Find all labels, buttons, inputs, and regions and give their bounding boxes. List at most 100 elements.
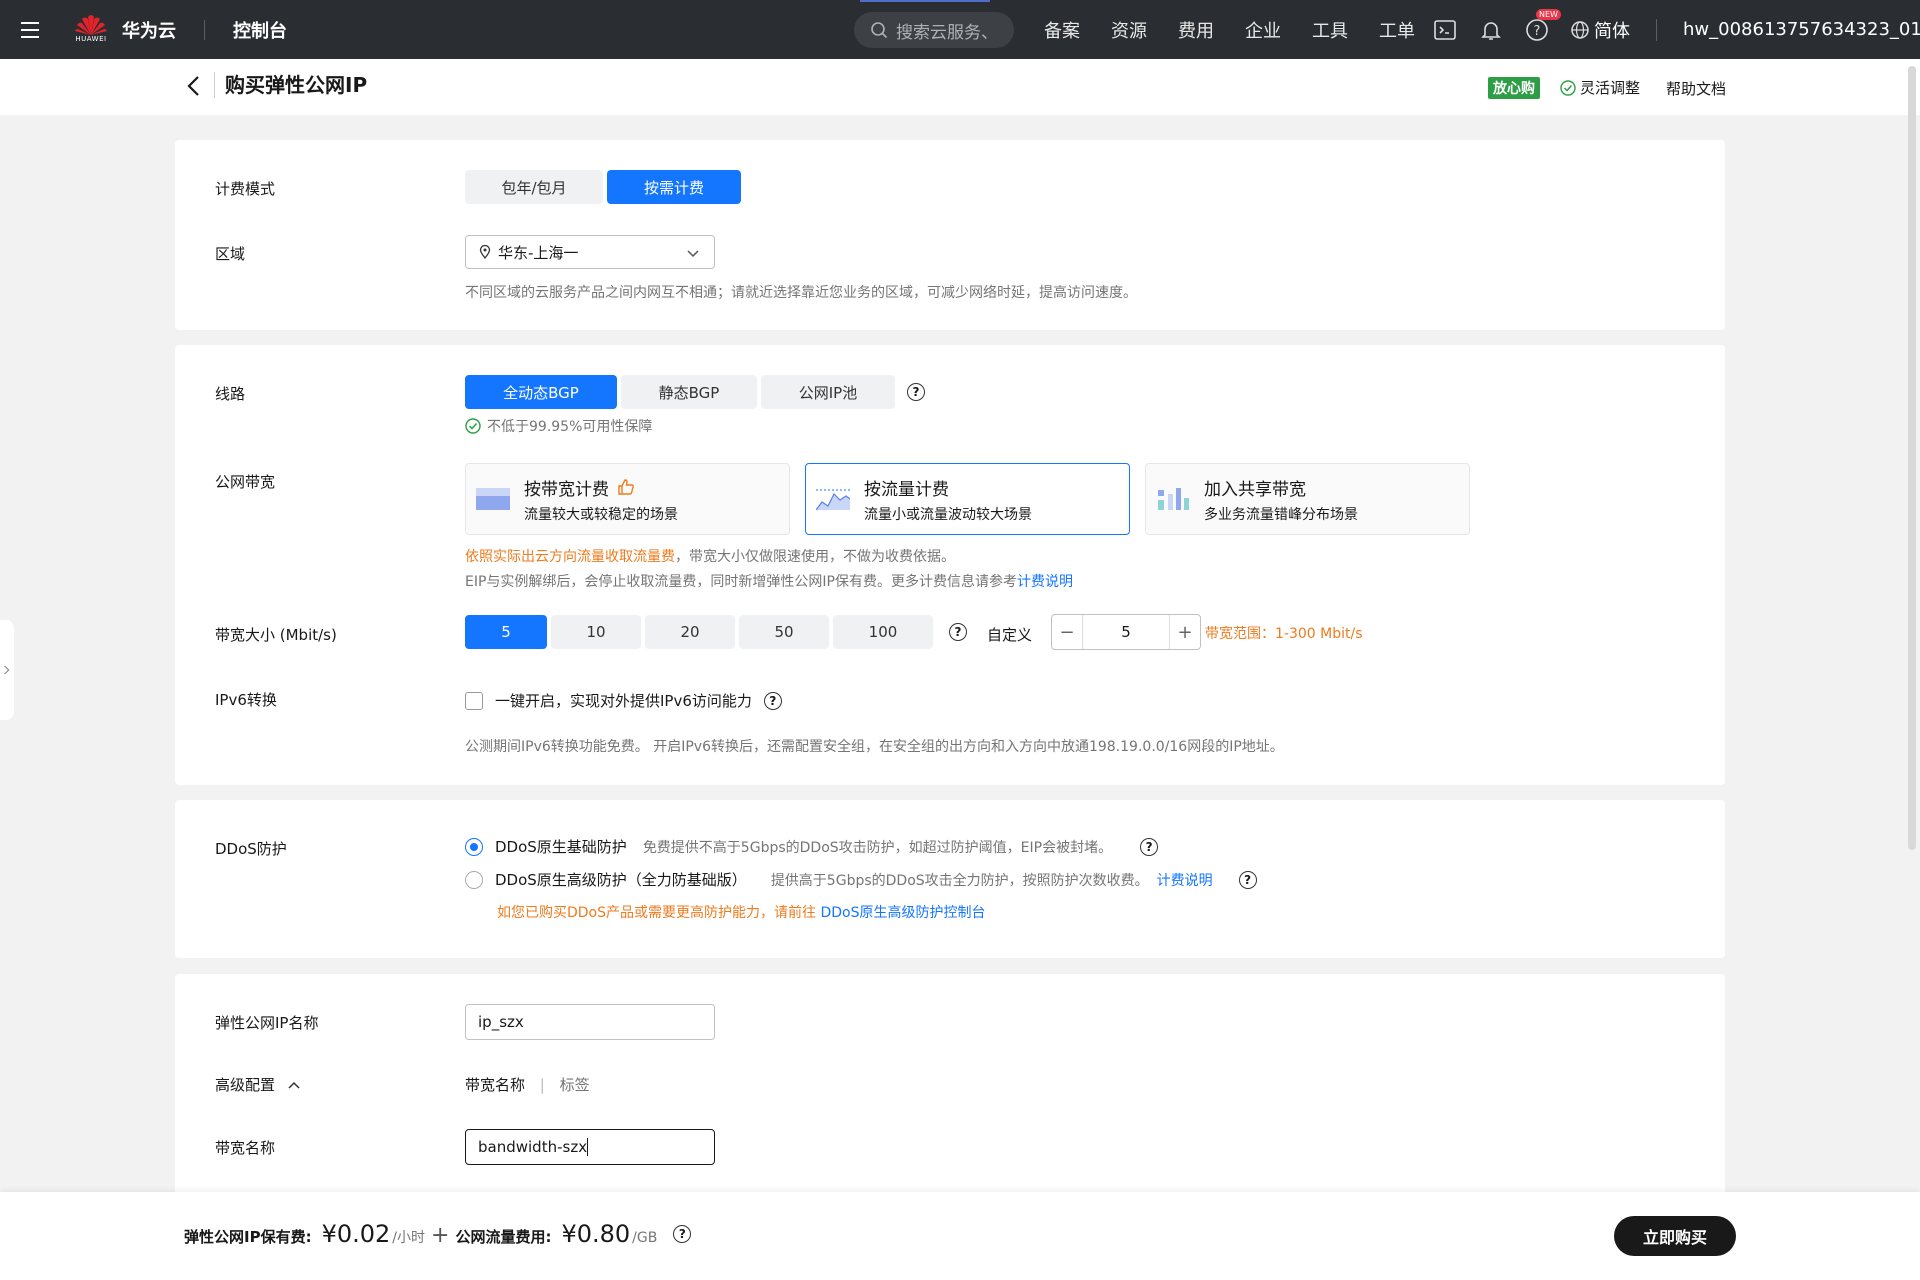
- advanced-config-toggle[interactable]: 高级配置: [215, 1074, 301, 1095]
- nav-icons: ? NEW: [1432, 0, 1570, 59]
- location-pin-icon: [479, 245, 491, 259]
- ddos-advanced-radio[interactable]: [465, 870, 483, 889]
- ipv6-hint: 公测期间IPv6转换功能免费。 开启IPv6转换后，还需配置安全组，在安全组的出…: [465, 739, 1284, 755]
- bandwidth-size-selector: 5 10 20 50 100: [465, 615, 937, 649]
- ddos-basic-title: DDoS原生基础防护: [495, 838, 627, 856]
- price-summary: 弹性公网IP保有费: ¥0.02 /小时 + 公网流量费用: ¥0.80 /GB…: [184, 1220, 692, 1248]
- region-label: 区域: [215, 245, 246, 263]
- back-icon[interactable]: [184, 74, 204, 98]
- eip-name-input[interactable]: ip_szx: [465, 1004, 715, 1040]
- nav-link-enterprise[interactable]: 企业: [1245, 17, 1281, 43]
- price-help-icon[interactable]: ?: [673, 1225, 692, 1243]
- decrement-button[interactable]: −: [1052, 622, 1082, 643]
- region-hint: 不同区域的云服务产品之间内网互不相通；请就近选择靠近您业务的区域，可减少网络时延…: [465, 285, 1137, 301]
- console-link[interactable]: 控制台: [233, 17, 287, 43]
- bandwidth-size-label: 带宽大小 (Mbit/s): [215, 626, 337, 644]
- line-option-ip-pool[interactable]: 公网IP池: [761, 375, 895, 409]
- page-scrollbar[interactable]: [1908, 66, 1916, 850]
- help-doc-link[interactable]: 帮助文档: [1666, 78, 1726, 99]
- traffic-fee-label: 公网流量费用:: [455, 1228, 552, 1246]
- increment-button[interactable]: +: [1170, 622, 1200, 643]
- ipv6-option: 一键开启，实现对外提供IPv6访问能力 ?: [465, 690, 782, 711]
- ddos-basic-radio[interactable]: [465, 837, 483, 856]
- billing-label: 计费模式: [215, 180, 276, 198]
- card-network: 线路 全动态BGP 静态BGP 公网IP池 ? 不低于99.95%可用性保障 公…: [175, 345, 1725, 785]
- bandwidth-size-50[interactable]: 50: [739, 615, 829, 649]
- tab-tags[interactable]: 标签: [560, 1076, 590, 1094]
- bell-icon[interactable]: [1478, 17, 1504, 43]
- line-option-dynamic-bgp[interactable]: 全动态BGP: [465, 375, 617, 409]
- bandwidth-size-20[interactable]: 20: [645, 615, 735, 649]
- search-icon: [871, 22, 888, 39]
- ddos-option-advanced[interactable]: DDoS原生高级防护（全力防基础版） 提供高于5Gbps的DDoS攻击全力防护，…: [465, 869, 1257, 890]
- line-label: 线路: [215, 385, 246, 403]
- ddos-option-basic[interactable]: DDoS原生基础防护 免费提供不高于5Gbps的DDoS攻击防护，如超过防护阈值…: [465, 836, 1159, 857]
- help-icon[interactable]: ? NEW: [1524, 8, 1561, 43]
- nav-link-tools[interactable]: 工具: [1312, 17, 1348, 43]
- bandwidth-card-desc: 流量较大或较稳定的场景: [524, 506, 678, 523]
- brand-sub: HUAWEI: [75, 34, 107, 43]
- menu-icon[interactable]: [0, 0, 60, 59]
- bandwidth-size-10[interactable]: 10: [551, 615, 641, 649]
- terminal-icon[interactable]: [1432, 17, 1458, 43]
- billing-info-link[interactable]: 计费说明: [1017, 574, 1073, 590]
- flexible-adjust[interactable]: 灵活调整: [1560, 77, 1640, 98]
- side-panel-handle[interactable]: [0, 620, 14, 720]
- card-billing-region: 计费模式 包年/包月 按需计费 区域 华东-上海一 不同区域的云服务产品之间内网…: [175, 140, 1725, 330]
- nav-link-resources[interactable]: 资源: [1111, 17, 1147, 43]
- traffic-fee-amount: ¥0.80: [561, 1220, 631, 1248]
- brand-name: 华为云: [122, 20, 176, 42]
- bandwidth-size-5[interactable]: 5: [465, 615, 547, 649]
- nav-link-tickets[interactable]: 工单: [1379, 17, 1415, 43]
- billing-option-ondemand[interactable]: 按需计费: [607, 170, 741, 204]
- language-label: 简体: [1594, 20, 1630, 42]
- huawei-logo[interactable]: HUAWEI 华为云: [74, 13, 176, 47]
- traffic-card-title: 按流量计费: [864, 479, 949, 500]
- bandwidth-note-rest: ，带宽大小仅做限速使用，不做为收费依据。: [675, 549, 955, 565]
- tab-bandwidth-name[interactable]: 带宽名称: [465, 1076, 525, 1094]
- bandwidth-size-help-icon[interactable]: ?: [949, 623, 967, 641]
- traffic-card-desc: 流量小或流量波动较大场景: [864, 506, 1032, 523]
- shared-bandwidth-icon: [1158, 488, 1189, 510]
- buy-now-button[interactable]: 立即购买: [1614, 1216, 1736, 1256]
- bandwidth-custom-input[interactable]: 5: [1082, 615, 1170, 649]
- ddos-advanced-desc: 提供高于5Gbps的DDoS攻击全力防护，按照防护次数收费。: [770, 872, 1149, 889]
- nav-link-billing[interactable]: 费用: [1178, 17, 1214, 43]
- search-box[interactable]: 搜索云服务、: [854, 12, 1014, 48]
- line-help-icon[interactable]: ?: [907, 383, 925, 401]
- check-circle-icon: [465, 418, 481, 434]
- new-badge: NEW: [1536, 8, 1561, 20]
- nav-accent: [860, 0, 990, 2]
- region-select[interactable]: 华东-上海一: [465, 235, 715, 269]
- ddos-advanced-title: DDoS原生高级防护（全力防基础版）: [495, 871, 747, 889]
- advanced-tabs: 带宽名称 | 标签: [465, 1074, 590, 1095]
- chevron-up-icon: [288, 1081, 300, 1089]
- ipv6-label: IPv6转换: [215, 691, 277, 709]
- region-value: 华东-上海一: [498, 243, 579, 262]
- ddos-console-link[interactable]: DDoS原生高级防护控制台: [820, 905, 985, 921]
- language-switch[interactable]: 简体: [1570, 0, 1630, 59]
- bandwidth-card-by-bandwidth[interactable]: 按带宽计费 流量较大或较稳定的场景: [465, 463, 790, 535]
- ddos-basic-help-icon[interactable]: ?: [1140, 837, 1159, 856]
- advanced-config-label: 高级配置: [215, 1076, 276, 1094]
- nav-link-beian[interactable]: 备案: [1044, 17, 1080, 43]
- username: hw_008613757634323_01: [1683, 19, 1920, 40]
- bandwidth-card-shared[interactable]: 加入共享带宽 多业务流量错峰分布场景: [1145, 463, 1470, 535]
- ipv6-checkbox[interactable]: [465, 691, 483, 710]
- ipv6-help-icon[interactable]: ?: [763, 691, 782, 710]
- user-menu[interactable]: hw_008613757634323_01: [1656, 0, 1920, 59]
- line-option-static-bgp[interactable]: 静态BGP: [621, 375, 757, 409]
- ddos-billing-link[interactable]: 计费说明: [1157, 870, 1213, 890]
- billing-option-yearly[interactable]: 包年/包月: [465, 170, 603, 204]
- shared-card-title: 加入共享带宽: [1204, 479, 1306, 500]
- bandwidth-size-100[interactable]: 100: [833, 615, 933, 649]
- bandwidth-card-by-traffic[interactable]: 按流量计费 流量小或流量波动较大场景: [805, 463, 1130, 535]
- billing-mode-selector: 包年/包月 按需计费: [465, 170, 745, 204]
- bandwidth-note-1: 依照实际出云方向流量收取流量费，带宽大小仅做限速使用，不做为收费依据。: [465, 546, 955, 566]
- ddos-advanced-help-icon[interactable]: ?: [1238, 870, 1257, 889]
- bandwidth-name-label: 带宽名称: [215, 1139, 276, 1157]
- eip-fee-unit: /小时: [392, 1230, 426, 1246]
- bandwidth-name-input[interactable]: bandwidth-szx: [465, 1129, 715, 1165]
- bandwidth-name-value: bandwidth-szx: [478, 1138, 588, 1156]
- search-placeholder: 搜索云服务、: [896, 22, 998, 43]
